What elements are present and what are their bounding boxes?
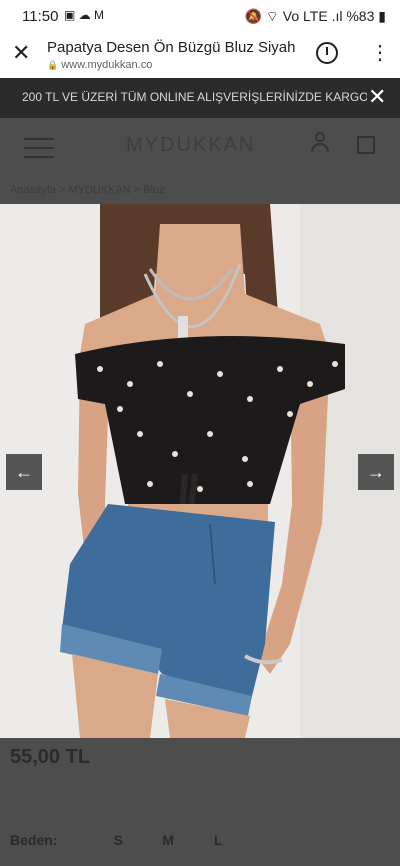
more-menu-icon[interactable]: ⋮ bbox=[370, 40, 390, 65]
banner-close-button[interactable]: ✕ bbox=[368, 84, 386, 110]
size-selector: Beden: S M L bbox=[10, 832, 241, 848]
signal-icons: 🔕 ⌔ Vo LTE .ıl bbox=[244, 8, 343, 24]
lock-icon: 🔒 bbox=[47, 60, 59, 70]
history-icon[interactable] bbox=[316, 42, 338, 64]
page-title: Papatya Desen Ön Büzgü Bluz Siyah bbox=[47, 39, 296, 56]
status-time: 11:50 bbox=[22, 8, 59, 25]
notification-icons: ▣ ☁ M bbox=[64, 8, 105, 22]
promo-banner: 200 TL VE ÜZERİ TÜM ONLINE ALIŞVERİŞLERİ… bbox=[0, 78, 400, 118]
product-price: 55,00 TL bbox=[10, 746, 91, 768]
battery-level: %83 bbox=[346, 8, 375, 24]
battery-icon: ▮ bbox=[378, 8, 386, 24]
breadcrumb: Anasayfa > MYDUKKAN > Bluz bbox=[10, 184, 165, 196]
product-info: 55,00 TL Beden: S M L bbox=[0, 738, 400, 866]
url-text: www.mydukkan.co bbox=[61, 59, 153, 71]
browser-toolbar: ✕ Papatya Desen Ön Büzgü Bluz Siyah 🔒 www… bbox=[0, 32, 400, 78]
close-icon[interactable]: ✕ bbox=[12, 40, 30, 66]
status-indicators: 🔕 ⌔ Vo LTE .ıl %83 ▮ bbox=[244, 8, 386, 26]
product-photo-illustration bbox=[0, 204, 400, 738]
hamburger-menu-icon[interactable] bbox=[24, 138, 54, 165]
size-option-s[interactable]: S bbox=[95, 832, 141, 848]
status-bar: 11:50 ▣ ☁ M 🔕 ⌔ Vo LTE .ıl %83 ▮ bbox=[0, 0, 400, 32]
account-icon[interactable] bbox=[311, 132, 329, 152]
site-logo[interactable]: MYDUKKAN bbox=[126, 134, 255, 157]
product-image bbox=[0, 204, 400, 738]
size-option-l[interactable]: L bbox=[195, 832, 241, 848]
size-label: Beden: bbox=[10, 832, 58, 848]
cart-icon[interactable] bbox=[357, 136, 375, 154]
url-display[interactable]: 🔒 www.mydukkan.co bbox=[47, 59, 152, 71]
banner-text: 200 TL VE ÜZERİ TÜM ONLINE ALIŞVERİŞLERİ… bbox=[22, 90, 367, 104]
gallery-next-button[interactable]: → bbox=[358, 454, 394, 490]
site-header: MYDUKKAN Anasayfa > MYDUKKAN > Bluz bbox=[0, 118, 400, 204]
gallery-prev-button[interactable]: ← bbox=[6, 454, 42, 490]
size-option-m[interactable]: M bbox=[145, 832, 191, 848]
